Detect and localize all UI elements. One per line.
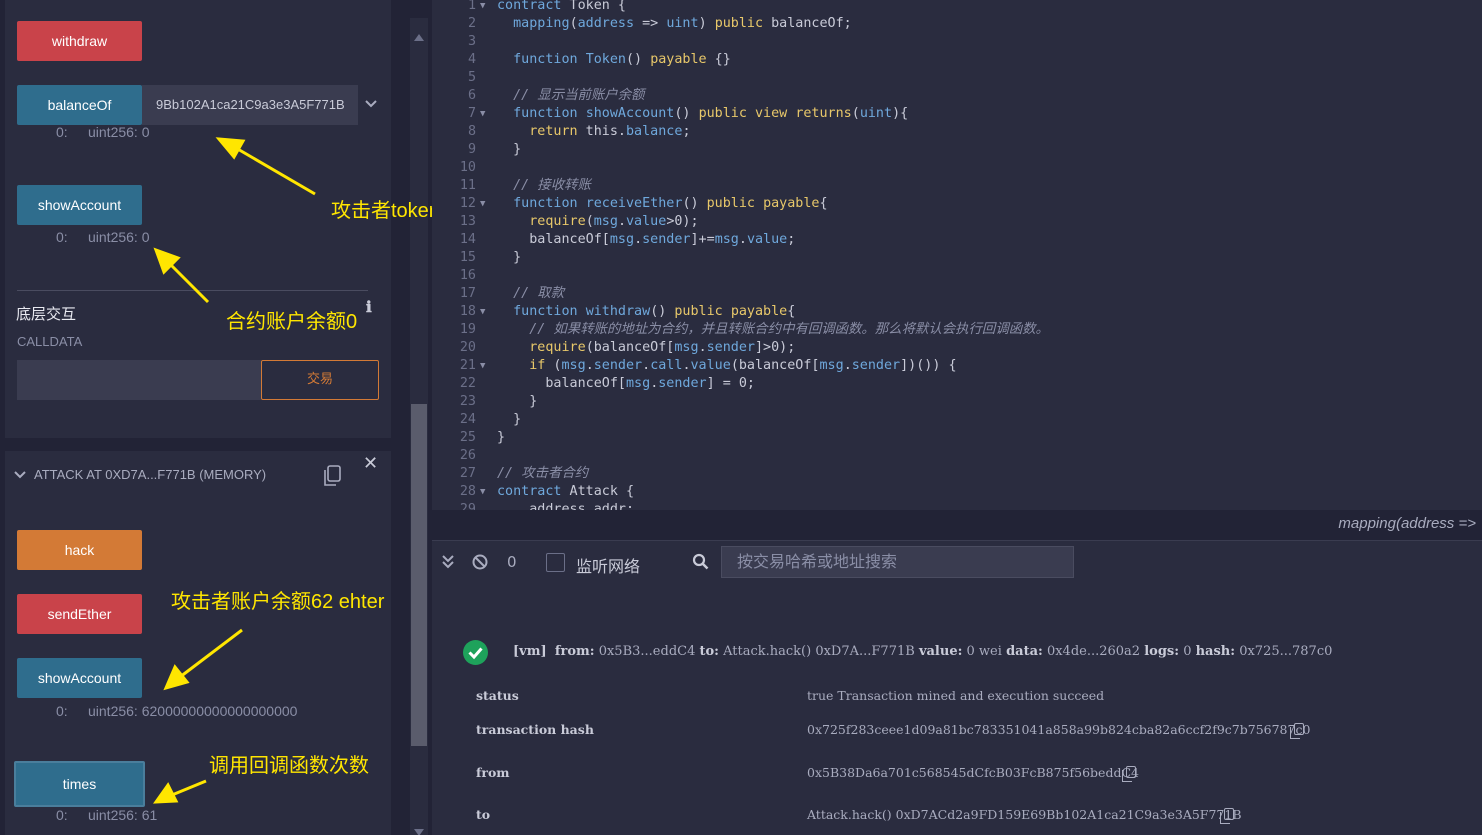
annotation-callback-times: 调用回调函数次数	[209, 755, 369, 777]
search-icon	[692, 553, 709, 574]
line-number: 1	[467, 0, 476, 13]
status-key: status	[476, 688, 519, 703]
code-line: function receiveEther() public payable{	[513, 196, 828, 211]
collapse-icon[interactable]	[442, 554, 454, 574]
line-number: 17	[459, 286, 476, 301]
code-line: function showAccount() public view retur…	[513, 106, 909, 121]
line-number: 21	[459, 358, 476, 373]
line-number: 22	[459, 376, 476, 391]
line-number: 23	[459, 394, 476, 409]
from-value: 0x5B38Da6a701c568545dCfcB03FcB875f56bedd…	[807, 765, 1139, 780]
code-comment: // 如果转账的地址为合约，并且转账合约中有回调函数。那么将默认会执行回调函数。	[497, 322, 1049, 337]
terminal: [vm] from: 0x5B3...eddC4 to: Attack.hack…	[432, 584, 1482, 835]
line-number: 27	[459, 466, 476, 481]
pending-count: 0	[507, 553, 517, 571]
line-number: 25	[459, 430, 476, 445]
fold-icon[interactable]: ▼	[480, 0, 485, 15]
code-line: function Token() payable {}	[513, 52, 731, 67]
fold-icon[interactable]: ▼	[480, 105, 485, 123]
code-comment: // 取款	[497, 286, 565, 301]
copy-icon[interactable]	[1220, 808, 1234, 824]
annotation-contract-balance: 合约账户余额0	[226, 311, 358, 333]
txhash-key: transaction hash	[476, 722, 594, 737]
line-number: 3	[467, 34, 476, 49]
code-line: }	[497, 394, 538, 409]
code-line: balanceOf[msg.sender] = 0;	[497, 376, 755, 391]
line-number: 2	[467, 16, 476, 31]
code-line: require(msg.value>0);	[529, 214, 699, 229]
line-number: 6	[467, 88, 476, 103]
code-comment: // 显示当前账户余额	[497, 88, 645, 103]
status-value: true Transaction mined and execution suc…	[807, 688, 1105, 703]
line-number: 28	[459, 484, 476, 499]
to-key: to	[476, 807, 491, 822]
line-number: 8	[467, 124, 476, 139]
terminal-toolbar: 0 监听网络 按交易哈希或地址搜索	[432, 540, 1482, 584]
line-number: 26	[459, 448, 476, 463]
line-number: 13	[459, 214, 476, 229]
success-icon	[463, 640, 488, 665]
code-line: }	[497, 412, 522, 427]
code-line: address addr;	[497, 502, 635, 510]
copy-icon[interactable]	[1122, 766, 1136, 782]
from-key: from	[476, 765, 510, 780]
code-line: return this.balance;	[529, 124, 691, 139]
tx-log-line[interactable]: [vm] from: 0x5B3...eddC4 to: Attack.hack…	[513, 644, 1332, 659]
hover-tooltip: mapping(address =>	[432, 510, 1482, 540]
tooltip-text: mapping(address =>	[1338, 515, 1476, 532]
fold-icon[interactable]: ▼	[480, 483, 485, 501]
copy-icon[interactable]	[1290, 723, 1304, 739]
code-line: contract Token {	[497, 0, 626, 13]
line-number: 10	[459, 160, 476, 175]
line-number: 5	[467, 70, 476, 85]
code-line: }	[497, 250, 522, 265]
line-number: 18	[459, 304, 476, 319]
code-line: }	[497, 142, 522, 157]
code-line: require(balanceOf[msg.sender]>0);	[529, 340, 796, 355]
line-number: 20	[459, 340, 476, 355]
code-line: balanceOf[msg.sender]+=msg.value;	[497, 232, 796, 247]
code-line: contract Attack {	[497, 484, 635, 499]
annotation-attacker-balance: 攻击者账户余额62 ehter	[171, 591, 385, 613]
listen-label: 监听网络	[576, 557, 641, 576]
fold-icon[interactable]: ▼	[480, 303, 485, 321]
line-number: 12	[459, 196, 476, 211]
code-line: }	[497, 430, 506, 445]
fold-icon[interactable]: ▼	[480, 195, 485, 213]
line-number: 7	[467, 106, 476, 121]
line-number: 14	[459, 232, 476, 247]
line-number: 16	[459, 268, 476, 283]
line-number: 9	[467, 142, 476, 157]
code-editor[interactable]: 1 2 3 4 5 6 7 8 9 10 11 12 13 14 15 16 17 18 19 20 21 22 23 24 2…	[432, 0, 1482, 510]
code-line: mapping(address => uint) public balanceO…	[513, 16, 852, 31]
code-comment: // 攻击者合约	[497, 466, 589, 481]
line-number: 11	[459, 178, 476, 193]
line-number: 24	[459, 412, 476, 427]
listen-checkbox[interactable]	[546, 553, 565, 572]
line-number: 15	[459, 250, 476, 265]
clear-icon[interactable]	[472, 554, 488, 574]
annotation-arrows	[152, 137, 316, 804]
line-number: 19	[459, 322, 476, 337]
line-number: 29	[459, 502, 476, 510]
search-input[interactable]: 按交易哈希或地址搜索	[721, 546, 1074, 578]
txhash-value: 0x725f283ceee1d09a81bc783351041a858a99b8…	[807, 722, 1311, 737]
fold-icon[interactable]: ▼	[480, 357, 485, 375]
line-number: 4	[467, 52, 476, 67]
to-value: Attack.hack() 0xD7ACd2a9FD159E69Bb102A1c…	[807, 807, 1242, 822]
code-line: function withdraw() public payable{	[513, 304, 796, 319]
code-comment: // 接收转账	[497, 178, 591, 193]
code-line: if (msg.sender.call.value(balanceOf[msg.…	[529, 358, 957, 373]
